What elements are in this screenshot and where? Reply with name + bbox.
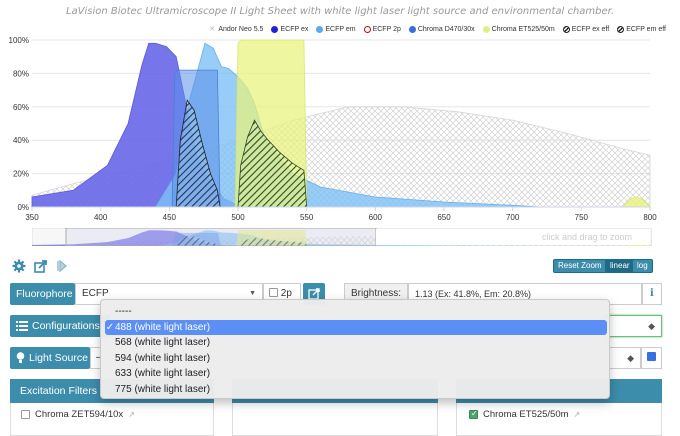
dichroic-filters-list (232, 403, 438, 436)
external-link-icon[interactable]: ↗ (574, 410, 581, 419)
x-tick-label: 400 (94, 213, 108, 222)
excitation-filter-item[interactable]: Chroma ZET594/10x ↗ (21, 409, 135, 420)
navigator-chart[interactable]: click and drag to zoom (32, 228, 652, 246)
x-tick-label: 500 (231, 213, 245, 222)
y-tick-label: 40% (13, 136, 29, 145)
light-source-power-select[interactable]: ◆ (605, 347, 641, 369)
configurations-button[interactable]: Configurations (10, 315, 110, 337)
dropdown-option[interactable]: 775 (white light laser) (105, 382, 607, 397)
linear-scale-button[interactable]: linear (605, 259, 635, 273)
excitation-filters-list: Chroma ZET594/10x ↗ (10, 403, 214, 436)
zoom-hint-text: click and drag to zoom (542, 232, 632, 242)
light-source-checkbox[interactable] (647, 352, 656, 361)
chevron-updown-icon: ◆ (648, 321, 655, 331)
dropdown-option[interactable]: 568 (white light laser) (105, 335, 607, 350)
share-icon[interactable] (34, 259, 48, 273)
twop-checkbox[interactable] (269, 288, 278, 297)
y-tick-label: 60% (13, 103, 29, 112)
lightbulb-icon (16, 352, 25, 363)
y-tick-label: 80% (13, 69, 29, 78)
light-source-dropdown-menu[interactable]: ----- ✓488 (white light laser) 568 (white … (100, 299, 610, 399)
x-tick-label: 350 (25, 213, 39, 222)
y-tick-label: 20% (13, 170, 29, 179)
excitation-filter-checkbox[interactable] (21, 410, 30, 419)
y-tick-label: 100% (9, 36, 29, 45)
x-tick-label: 750 (575, 213, 589, 222)
emission-filter-checkbox[interactable] (469, 409, 478, 419)
configuration-select[interactable]: ◆ (605, 315, 662, 337)
dropdown-option[interactable]: 594 (white light laser) (105, 351, 607, 366)
light-source-label: Light Source (10, 347, 90, 369)
dropdown-option[interactable]: ✓488 (white light laser) (105, 319, 607, 335)
x-tick-label: 450 (163, 213, 177, 222)
chevron-updown-icon: ◆ (627, 353, 634, 363)
dropdown-option[interactable]: ----- (105, 304, 607, 319)
external-link-icon[interactable]: ↗ (128, 410, 135, 419)
collapse-icon[interactable] (56, 259, 70, 273)
dropdown-option[interactable]: 633 (white light laser) (105, 366, 607, 381)
x-tick-label: 600 (369, 213, 383, 222)
x-tick-label: 550 (300, 213, 314, 222)
info-icon[interactable]: i (642, 283, 662, 305)
emission-filter-item[interactable]: Chroma ET525/50m ↗ (469, 409, 580, 420)
chart-title: LaVision Biotec Ultramicroscope II Light… (65, 6, 615, 17)
navigator-window[interactable] (65, 228, 377, 246)
x-tick-label: 650 (437, 213, 451, 222)
x-tick-label: 800 (643, 213, 657, 222)
y-tick-label: 0% (17, 203, 29, 212)
reset-zoom-button[interactable]: Reset Zoom (553, 259, 607, 273)
light-source-toggle[interactable] (641, 347, 662, 369)
log-scale-button[interactable]: log (632, 259, 653, 273)
fluorophore-label: Fluorophore (10, 283, 75, 305)
list-icon (16, 321, 28, 331)
checkmark-icon: ✓ (105, 321, 115, 333)
emission-filters-list: Chroma ET525/50m ↗ (456, 403, 662, 436)
x-tick-label: 700 (506, 213, 520, 222)
spectra-chart[interactable]: 0% 20% 40% 60% 80% 100% 350 400 450 500 550 600 650 7… (0, 30, 680, 225)
settings-gear-icon[interactable] (12, 259, 26, 273)
